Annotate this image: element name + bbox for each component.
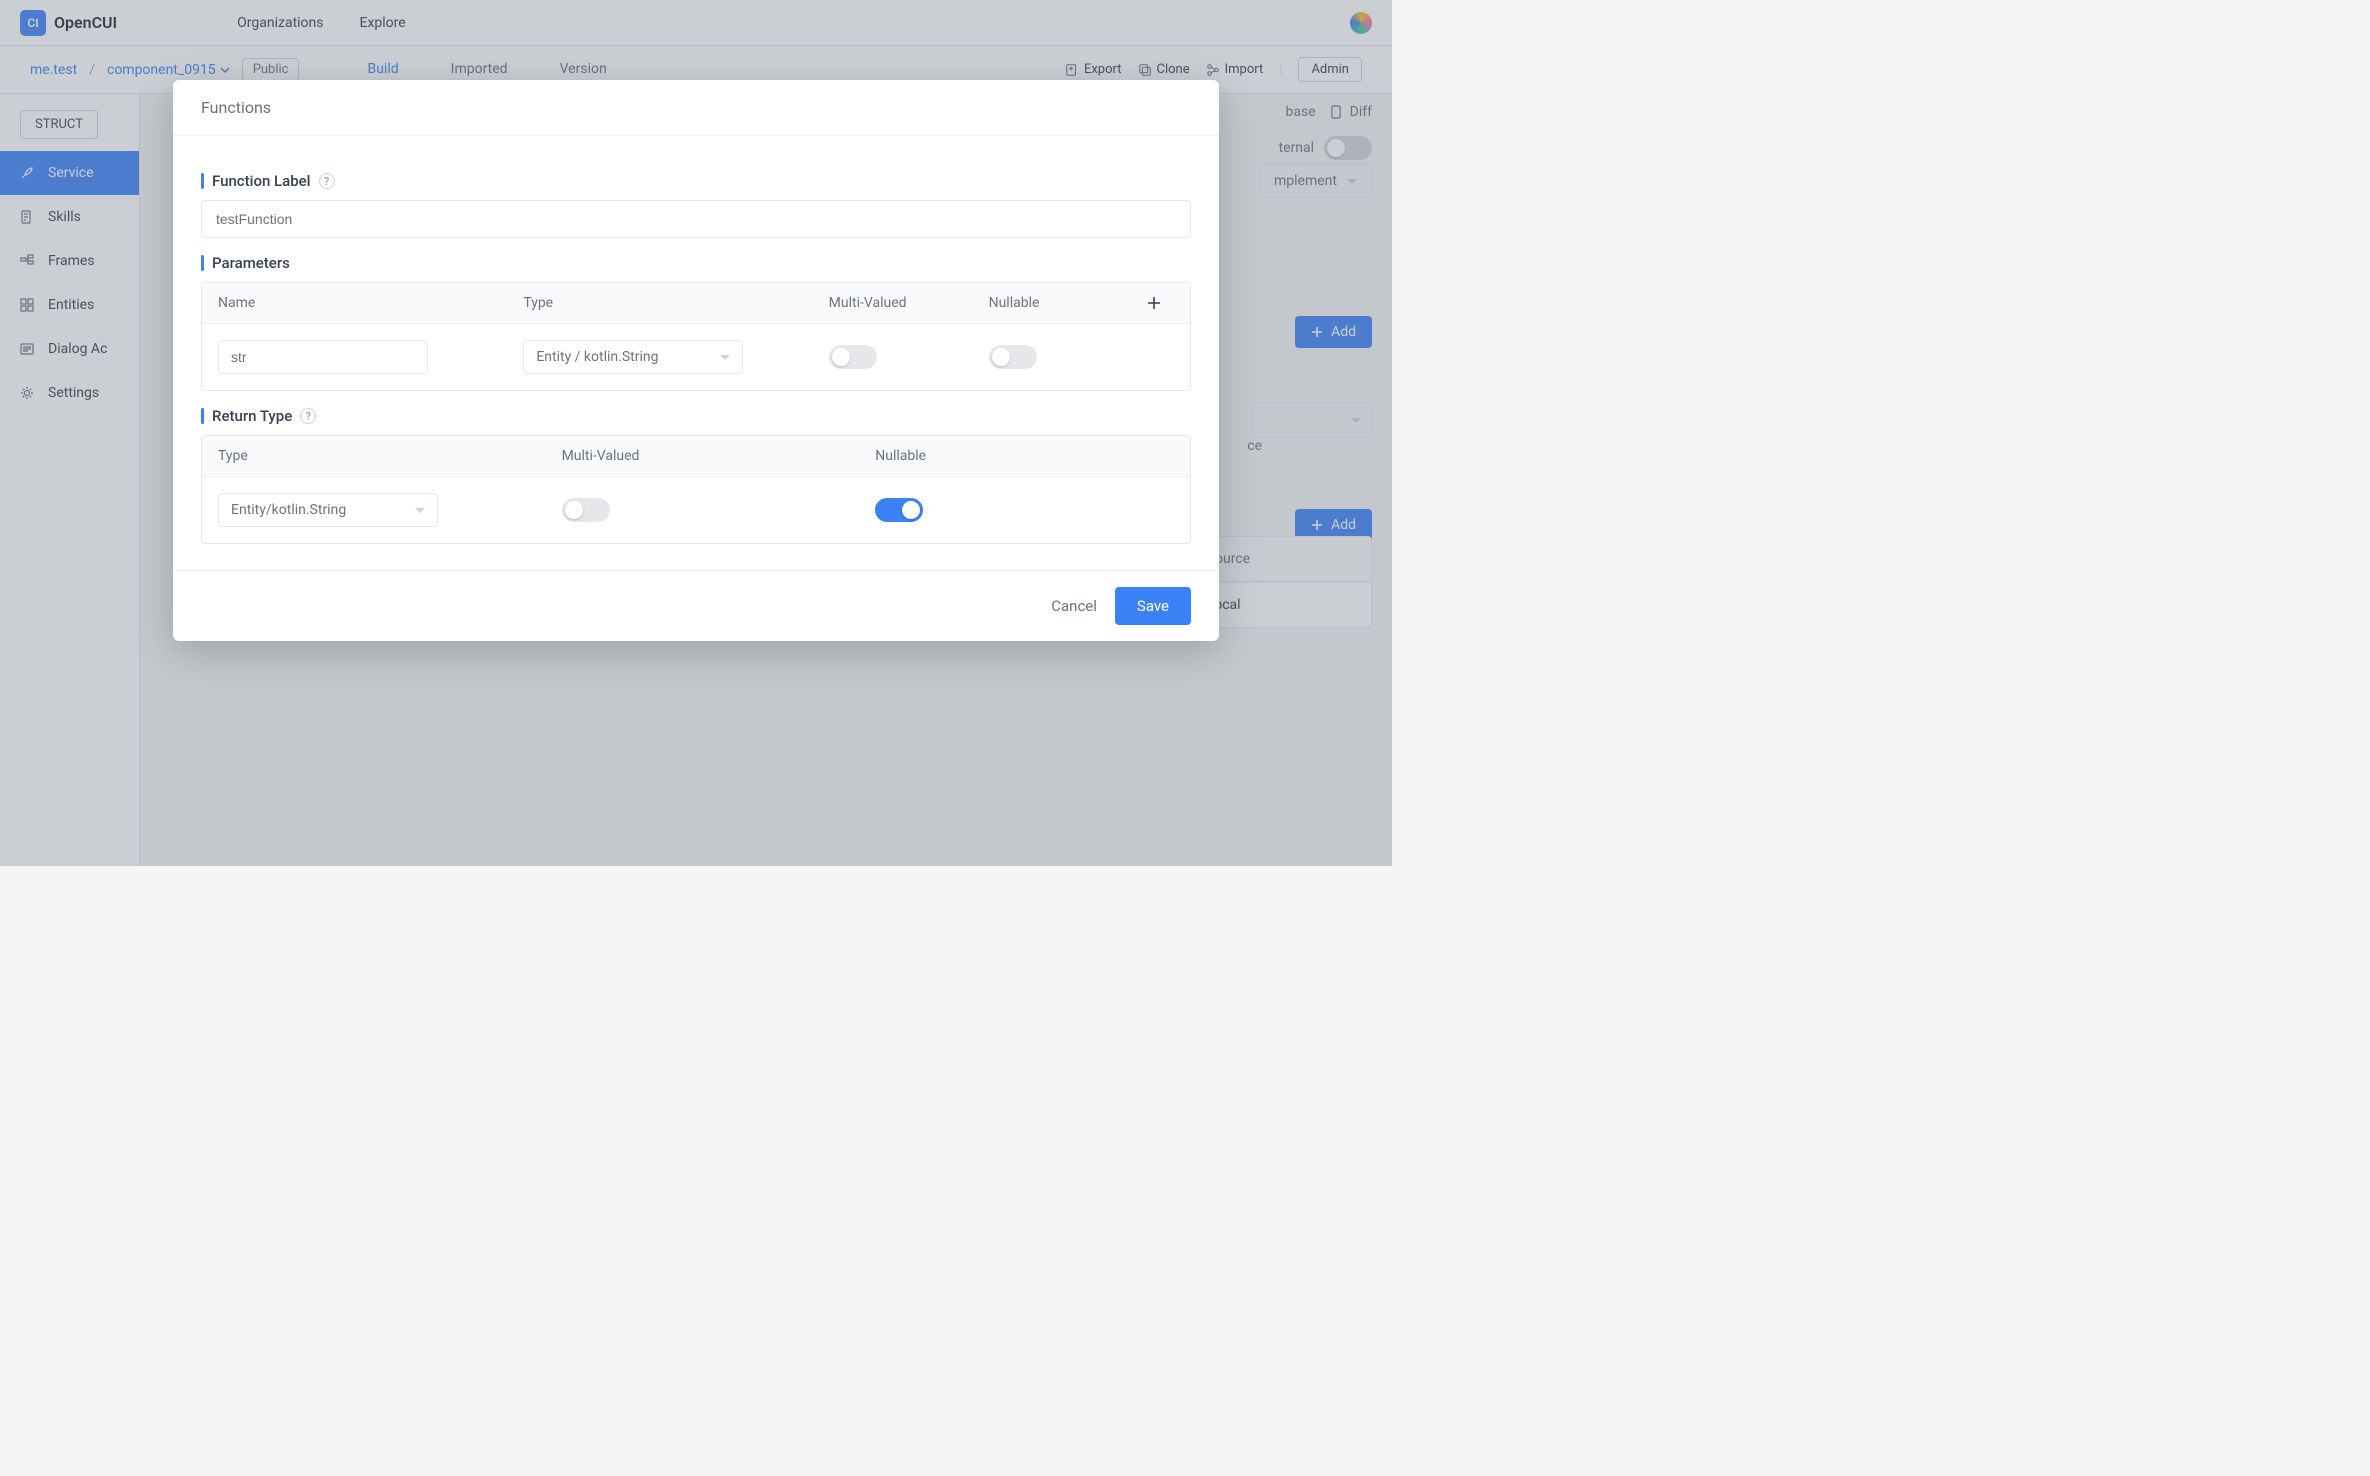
help-icon[interactable]: ?: [300, 408, 316, 424]
cancel-button[interactable]: Cancel: [1051, 597, 1097, 615]
parameters-table: Name Type Multi-Valued Nullable Entity /…: [201, 282, 1191, 391]
col-nullable: Nullable: [875, 448, 1174, 464]
param-name-input[interactable]: [218, 340, 428, 374]
modal-footer: Cancel Save: [173, 570, 1219, 641]
section-bar: [201, 173, 204, 189]
save-button[interactable]: Save: [1115, 587, 1191, 625]
param-type-value: Entity / kotlin.String: [536, 349, 658, 365]
section-bar: [201, 408, 204, 424]
col-multi-valued: Multi-Valued: [829, 295, 989, 311]
return-multivalued-toggle[interactable]: [562, 498, 610, 522]
section-bar: [201, 255, 204, 271]
col-multi-valued: Multi-Valued: [562, 448, 876, 464]
return-table-row: Entity/kotlin.String: [202, 477, 1190, 543]
modal-title: Functions: [173, 80, 1219, 136]
col-type: Type: [218, 448, 562, 464]
return-type-select[interactable]: Entity/kotlin.String: [218, 493, 438, 527]
modal-body: Function Label ? Parameters Name Type Mu…: [173, 136, 1219, 570]
caret-down-icon: [415, 508, 425, 513]
modal-overlay[interactable]: Functions Function Label ? Parameters Na…: [0, 0, 1392, 866]
return-type-value: Entity/kotlin.String: [231, 502, 346, 518]
section-function-label: Function Label ?: [201, 172, 1191, 190]
col-name: Name: [218, 295, 523, 311]
parameters-table-head: Name Type Multi-Valued Nullable: [202, 283, 1190, 324]
function-label-input[interactable]: [201, 200, 1191, 238]
caret-down-icon: [720, 355, 730, 360]
param-nullable-toggle[interactable]: [989, 345, 1037, 369]
section-return-type: Return Type ?: [201, 407, 1191, 425]
add-parameter-button[interactable]: [1134, 296, 1174, 310]
return-table-head: Type Multi-Valued Nullable: [202, 436, 1190, 477]
section-title: Parameters: [212, 254, 290, 272]
section-title: Function Label: [212, 172, 311, 190]
section-parameters: Parameters: [201, 254, 1191, 272]
return-table: Type Multi-Valued Nullable Entity/kotlin…: [201, 435, 1191, 544]
plus-icon: [1147, 296, 1161, 310]
parameters-table-row: Entity / kotlin.String: [202, 324, 1190, 390]
help-icon[interactable]: ?: [319, 173, 335, 189]
param-type-select[interactable]: Entity / kotlin.String: [523, 340, 743, 374]
section-title: Return Type: [212, 407, 292, 425]
functions-modal: Functions Function Label ? Parameters Na…: [173, 80, 1219, 641]
return-nullable-toggle[interactable]: [875, 498, 923, 522]
col-nullable: Nullable: [989, 295, 1134, 311]
param-multivalued-toggle[interactable]: [829, 345, 877, 369]
col-type: Type: [523, 295, 828, 311]
